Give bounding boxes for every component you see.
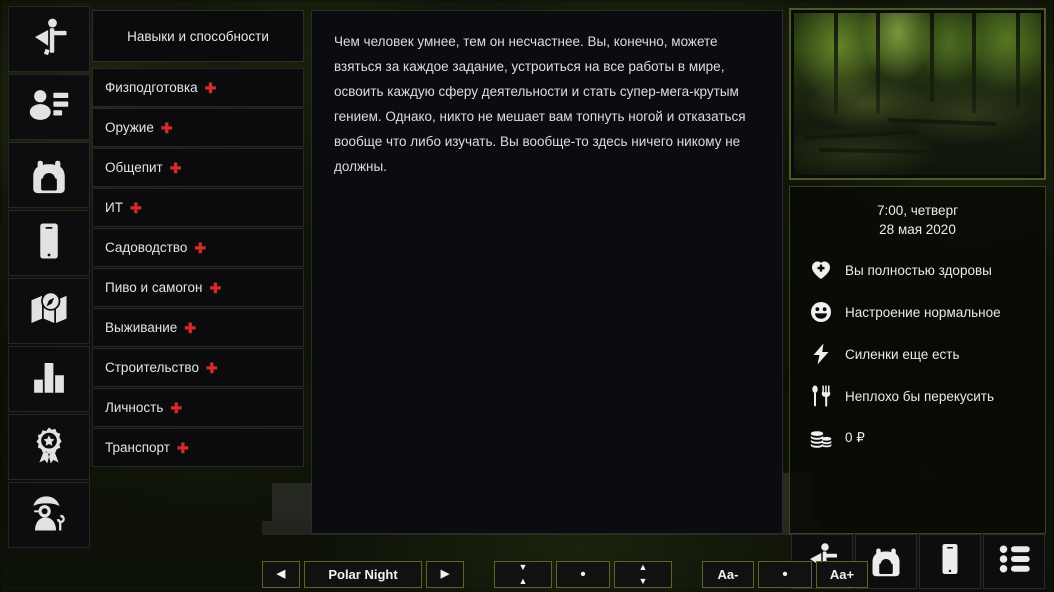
quick-item-list-menu[interactable] [983, 534, 1045, 589]
phone-icon [28, 220, 70, 267]
skill-label: Транспорт [105, 440, 170, 455]
font-decrease-button[interactable]: Aa- [702, 561, 754, 588]
skill-label: Общепит [105, 160, 163, 175]
scene-photo-frame [789, 8, 1046, 180]
status-row: Неплохо бы перекусить [804, 383, 1031, 409]
backpack-icon [868, 541, 904, 582]
skill-plus-icon[interactable]: ✚ [194, 241, 206, 255]
heart-health-icon [808, 257, 834, 283]
status-text: Силенки еще есть [845, 346, 960, 362]
rail-item-bar-chart[interactable] [8, 346, 90, 412]
skill-row[interactable]: Строительство ✚ [92, 348, 304, 387]
left-icon-rail [8, 6, 90, 548]
skills-column: Навыки и способности Физподготовка ✚ Оружи… [92, 10, 304, 467]
list-menu-icon [996, 541, 1032, 582]
profile-stats-icon [28, 84, 70, 131]
skills-list: Физподготовка ✚ Оружие ✚ Общепит ✚ ИТ ✚ Садоводс… [92, 68, 304, 467]
character-flag-icon [28, 16, 70, 63]
font-increase-button[interactable]: Aa+ [816, 561, 868, 588]
rail-item-profile-stats[interactable] [8, 74, 90, 140]
line-spacing-decrease-button[interactable]: ▼ ▲ [494, 561, 552, 588]
main-content-panel: Чем человек умнее, тем он несчастнее. Вы… [311, 10, 783, 534]
skill-plus-icon[interactable]: ✚ [184, 321, 196, 335]
bottom-toolbar: ◀ Polar Night ▶ ▼ ▲ • ▲ ▼ Aa- • Aa+ [262, 561, 868, 588]
skill-row[interactable]: Общепит ✚ [92, 148, 304, 187]
rail-item-award-ribbon[interactable] [8, 414, 90, 480]
status-text: Настроение нормальное [845, 304, 1001, 320]
phone-icon [932, 541, 968, 582]
skill-row[interactable]: Выживание ✚ [92, 308, 304, 347]
skill-row[interactable]: Пиво и самогон ✚ [92, 268, 304, 307]
skill-label: ИТ [105, 200, 123, 215]
skill-row[interactable]: ИТ ✚ [92, 188, 304, 227]
collapse-arrows-icon: ▼ ▲ [518, 562, 528, 586]
skill-label: Строительство [105, 360, 199, 375]
skill-label: Садоводство [105, 240, 188, 255]
skill-row[interactable]: Транспорт ✚ [92, 428, 304, 467]
skill-plus-icon[interactable]: ✚ [170, 401, 182, 415]
skill-plus-icon[interactable]: ✚ [161, 121, 173, 135]
theme-prev-button[interactable]: ◀ [262, 561, 300, 588]
right-arrow-icon: ▶ [440, 568, 450, 580]
skill-label: Пиво и самогон [105, 280, 203, 295]
rail-item-character-flag[interactable] [8, 6, 90, 72]
quick-item-phone[interactable] [919, 534, 981, 589]
expand-arrows-icon: ▲ ▼ [638, 562, 648, 586]
skill-label: Оружие [105, 120, 154, 135]
map-compass-icon [28, 288, 70, 335]
main-description-text: Чем человек умнее, тем он несчастнее. Вы… [334, 34, 746, 174]
skill-plus-icon[interactable]: ✚ [205, 81, 217, 95]
skill-plus-icon[interactable]: ✚ [209, 281, 221, 295]
skill-row[interactable]: Оружие ✚ [92, 108, 304, 147]
font-reset-button[interactable]: • [758, 561, 812, 588]
toolbar-spacer-2 [676, 574, 698, 575]
fork-spoon-hunger-icon [808, 383, 834, 409]
skill-plus-icon[interactable]: ✚ [206, 361, 218, 375]
backpack-icon [28, 152, 70, 199]
clock-block: 7:00, четверг 28 мая 2020 [804, 201, 1031, 239]
status-row: Силенки еще есть [804, 341, 1031, 367]
toolbar-spacer-1 [468, 574, 490, 575]
line-spacing-increase-button[interactable]: ▲ ▼ [614, 561, 672, 588]
skill-row[interactable]: Личность ✚ [92, 388, 304, 427]
rail-item-backpack[interactable] [8, 142, 90, 208]
skill-label: Личность [105, 400, 164, 415]
status-row: Настроение нормальное [804, 299, 1031, 325]
rail-item-map-compass[interactable] [8, 278, 90, 344]
skill-row[interactable]: Физподготовка ✚ [92, 68, 304, 107]
bar-chart-icon [28, 356, 70, 403]
forest-scene-photo [794, 13, 1041, 175]
current-time: 7:00, четверг [876, 203, 958, 218]
status-panel: 7:00, четверг 28 мая 2020 Вы полностью з… [789, 186, 1046, 534]
status-text: Неплохо бы перекусить [845, 388, 994, 404]
smiley-mood-icon [808, 299, 834, 325]
skill-plus-icon[interactable]: ✚ [170, 161, 182, 175]
current-date: 28 мая 2020 [879, 222, 956, 237]
status-rows: Вы полностью здоровы Настроение нормально… [804, 257, 1031, 451]
theme-next-button[interactable]: ▶ [426, 561, 464, 588]
status-text: Вы полностью здоровы [845, 262, 992, 278]
lightning-energy-icon [808, 341, 834, 367]
dot-icon: • [782, 566, 788, 583]
rail-item-detective[interactable] [8, 482, 90, 548]
right-column: 7:00, четверг 28 мая 2020 Вы полностью з… [789, 8, 1046, 534]
status-row: 0 ₽ [804, 425, 1031, 451]
dot-icon: • [580, 566, 586, 583]
theme-name-button[interactable]: Polar Night [304, 561, 422, 588]
award-ribbon-icon [28, 424, 70, 471]
left-arrow-icon: ◀ [276, 568, 286, 580]
skill-plus-icon[interactable]: ✚ [130, 201, 142, 215]
detective-icon [28, 492, 70, 539]
rail-item-phone[interactable] [8, 210, 90, 276]
skill-plus-icon[interactable]: ✚ [177, 441, 189, 455]
skills-panel-title: Навыки и способности [92, 10, 304, 62]
coins-money-icon [808, 425, 834, 451]
status-text: 0 ₽ [845, 430, 865, 445]
game-ui-root: Навыки и способности Физподготовка ✚ Оружи… [0, 0, 1054, 592]
skill-label: Физподготовка [105, 80, 198, 95]
skill-row[interactable]: Садоводство ✚ [92, 228, 304, 267]
line-spacing-reset-button[interactable]: • [556, 561, 610, 588]
skill-label: Выживание [105, 320, 178, 335]
status-row: Вы полностью здоровы [804, 257, 1031, 283]
